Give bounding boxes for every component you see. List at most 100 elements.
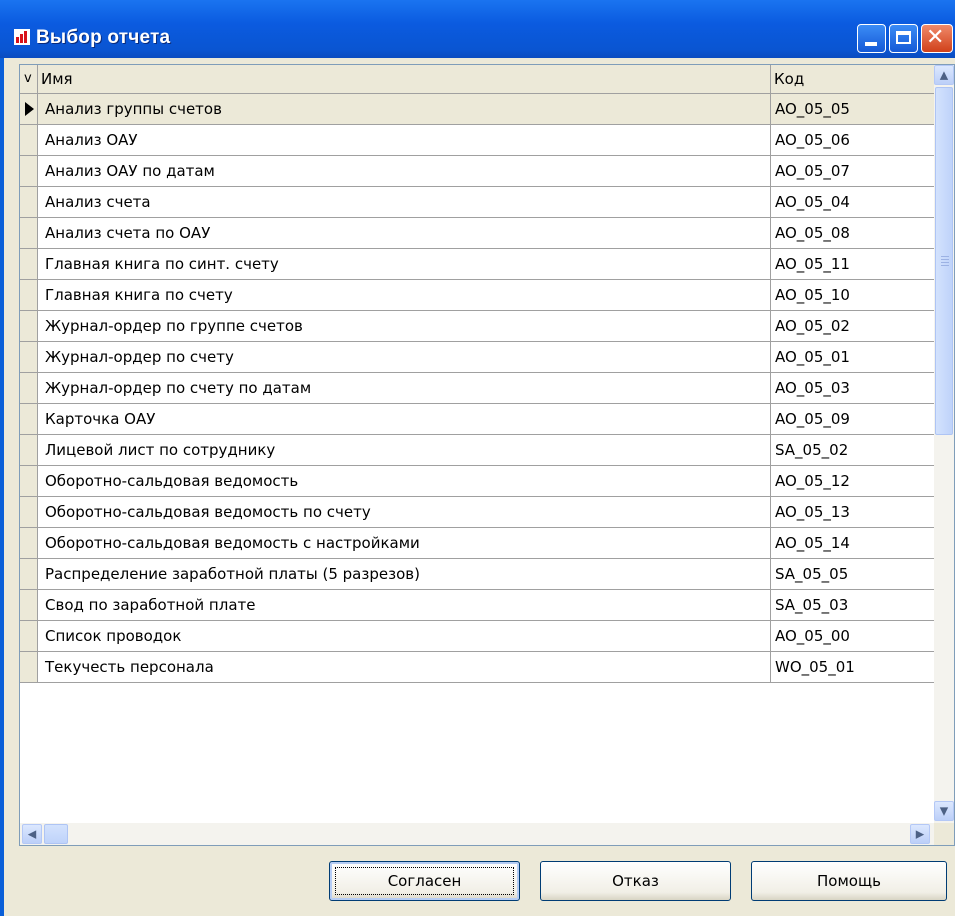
report-name-cell[interactable]: Журнал-ордер по группе счетов (38, 311, 771, 341)
row-indicator[interactable] (20, 528, 38, 558)
table-row[interactable]: Оборотно-сальдовая ведомость с настройка… (20, 528, 934, 559)
row-indicator[interactable] (20, 311, 38, 341)
horizontal-scroll-thumb[interactable] (44, 824, 68, 844)
report-name-cell[interactable]: Главная книга по счету (38, 280, 771, 310)
table-row[interactable]: Текучесть персонала WO_05_01 (20, 652, 934, 683)
table-row[interactable]: Лицевой лист по сотруднику SA_05_02 (20, 435, 934, 466)
report-code-cell[interactable]: AO_05_08 (771, 218, 934, 248)
row-indicator[interactable] (20, 652, 38, 682)
table-row[interactable]: Анализ счета AO_05_04 (20, 187, 934, 218)
row-indicator[interactable] (20, 373, 38, 403)
report-code-cell[interactable]: AO_05_01 (771, 342, 934, 372)
report-name-cell[interactable]: Анализ счета (38, 187, 771, 217)
horizontal-scrollbar[interactable]: ◀ ▶ (20, 823, 934, 845)
report-name-cell[interactable]: Лицевой лист по сотруднику (38, 435, 771, 465)
report-name-cell[interactable]: Карточка ОАУ (38, 404, 771, 434)
report-code-cell[interactable]: AO_05_07 (771, 156, 934, 186)
row-indicator[interactable] (20, 621, 38, 651)
report-code-cell[interactable]: AO_05_05 (771, 94, 934, 124)
name-column-header[interactable]: Имя (38, 65, 771, 93)
report-name-cell[interactable]: Свод по заработной плате (38, 590, 771, 620)
table-row[interactable]: Список проводок AO_05_00 (20, 621, 934, 652)
row-indicator[interactable] (20, 342, 38, 372)
table-row[interactable]: Анализ группы счетов AO_05_05 (20, 94, 934, 125)
report-name-cell[interactable]: Текучесть персонала (38, 652, 771, 682)
report-name-cell[interactable]: Анализ группы счетов (38, 94, 771, 124)
row-indicator[interactable] (20, 280, 38, 310)
table-row[interactable]: Оборотно-сальдовая ведомость по счету AO_… (20, 497, 934, 528)
report-code-cell[interactable]: AO_05_06 (771, 125, 934, 155)
minimize-button[interactable] (857, 24, 886, 53)
cancel-button[interactable]: Отказ (540, 861, 731, 901)
report-code-cell[interactable]: AO_05_11 (771, 249, 934, 279)
report-code-cell[interactable]: SA_05_03 (771, 590, 934, 620)
report-name-cell[interactable]: Анализ ОАУ по датам (38, 156, 771, 186)
report-name-cell[interactable]: Распределение заработной платы (5 разрез… (38, 559, 771, 589)
report-grid[interactable]: v Имя Код Анализ группы счетов AO_05_05 Ан… (19, 64, 955, 846)
scroll-left-button[interactable]: ◀ (22, 824, 42, 844)
report-code-cell[interactable]: AO_05_04 (771, 187, 934, 217)
table-row[interactable]: Журнал-ордер по группе счетов AO_05_02 (20, 311, 934, 342)
table-row[interactable]: Распределение заработной платы (5 разрез… (20, 559, 934, 590)
report-name-cell[interactable]: Оборотно-сальдовая ведомость по счету (38, 497, 771, 527)
minimize-icon (865, 42, 877, 46)
report-name-cell[interactable]: Анализ ОАУ (38, 125, 771, 155)
report-code-cell[interactable]: WO_05_01 (771, 652, 934, 682)
code-column-header[interactable]: Код (771, 65, 934, 93)
row-indicator[interactable] (20, 559, 38, 589)
report-name-cell[interactable]: Оборотно-сальдовая ведомость (38, 466, 771, 496)
row-indicator[interactable] (20, 94, 38, 124)
row-indicator[interactable] (20, 249, 38, 279)
table-row[interactable]: Анализ ОАУ AO_05_06 (20, 125, 934, 156)
report-code-cell[interactable]: AO_05_02 (771, 311, 934, 341)
report-name-cell[interactable]: Оборотно-сальдовая ведомость с настройка… (38, 528, 771, 558)
report-name-cell[interactable]: Журнал-ордер по счету (38, 342, 771, 372)
chevron-up-icon: ▲ (939, 68, 949, 82)
table-row[interactable]: Анализ счета по ОАУ AO_05_08 (20, 218, 934, 249)
row-indicator[interactable] (20, 497, 38, 527)
report-code-cell[interactable]: AO_05_09 (771, 404, 934, 434)
table-row[interactable]: Главная книга по синт. счету AO_05_11 (20, 249, 934, 280)
table-row[interactable]: Журнал-ордер по счету AO_05_01 (20, 342, 934, 373)
report-name-cell[interactable]: Главная книга по синт. счету (38, 249, 771, 279)
report-code-cell[interactable]: AO_05_10 (771, 280, 934, 310)
table-row[interactable]: Оборотно-сальдовая ведомость AO_05_12 (20, 466, 934, 497)
help-button[interactable]: Помощь (751, 861, 947, 901)
table-row[interactable]: Журнал-ордер по счету по датам AO_05_03 (20, 373, 934, 404)
table-row[interactable]: Анализ ОАУ по датам AO_05_07 (20, 156, 934, 187)
scroll-up-button[interactable]: ▲ (934, 65, 954, 85)
report-code-cell[interactable]: AO_05_13 (771, 497, 934, 527)
row-indicator[interactable] (20, 404, 38, 434)
row-indicator[interactable] (20, 218, 38, 248)
report-code-cell[interactable]: SA_05_02 (771, 435, 934, 465)
cancel-button-label: Отказ (612, 872, 659, 890)
indicator-column-header[interactable]: v (20, 65, 38, 93)
ok-button[interactable]: Согласен (329, 861, 520, 901)
row-indicator[interactable] (20, 466, 38, 496)
report-code-cell[interactable]: AO_05_12 (771, 466, 934, 496)
grid-header: v Имя Код (20, 65, 934, 94)
vertical-scrollbar[interactable]: ▲ ▼ (934, 65, 954, 823)
row-indicator[interactable] (20, 156, 38, 186)
report-code-cell[interactable]: AO_05_00 (771, 621, 934, 651)
title-bar[interactable]: Выбор отчета ✕ (0, 0, 955, 58)
row-indicator[interactable] (20, 435, 38, 465)
report-name-cell[interactable]: Список проводок (38, 621, 771, 651)
table-row[interactable]: Свод по заработной плате SA_05_03 (20, 590, 934, 621)
row-indicator[interactable] (20, 187, 38, 217)
current-row-arrow-icon (25, 102, 34, 116)
report-name-cell[interactable]: Журнал-ордер по счету по датам (38, 373, 771, 403)
maximize-button[interactable] (889, 24, 918, 53)
close-button[interactable]: ✕ (921, 24, 953, 53)
row-indicator[interactable] (20, 590, 38, 620)
report-code-cell[interactable]: SA_05_05 (771, 559, 934, 589)
report-name-cell[interactable]: Анализ счета по ОАУ (38, 218, 771, 248)
scroll-down-button[interactable]: ▼ (934, 801, 954, 821)
report-code-cell[interactable]: AO_05_14 (771, 528, 934, 558)
row-indicator[interactable] (20, 125, 38, 155)
vertical-scroll-thumb[interactable] (935, 87, 953, 435)
report-code-cell[interactable]: AO_05_03 (771, 373, 934, 403)
scroll-right-button[interactable]: ▶ (910, 824, 930, 844)
table-row[interactable]: Главная книга по счету AO_05_10 (20, 280, 934, 311)
table-row[interactable]: Карточка ОАУ AO_05_09 (20, 404, 934, 435)
